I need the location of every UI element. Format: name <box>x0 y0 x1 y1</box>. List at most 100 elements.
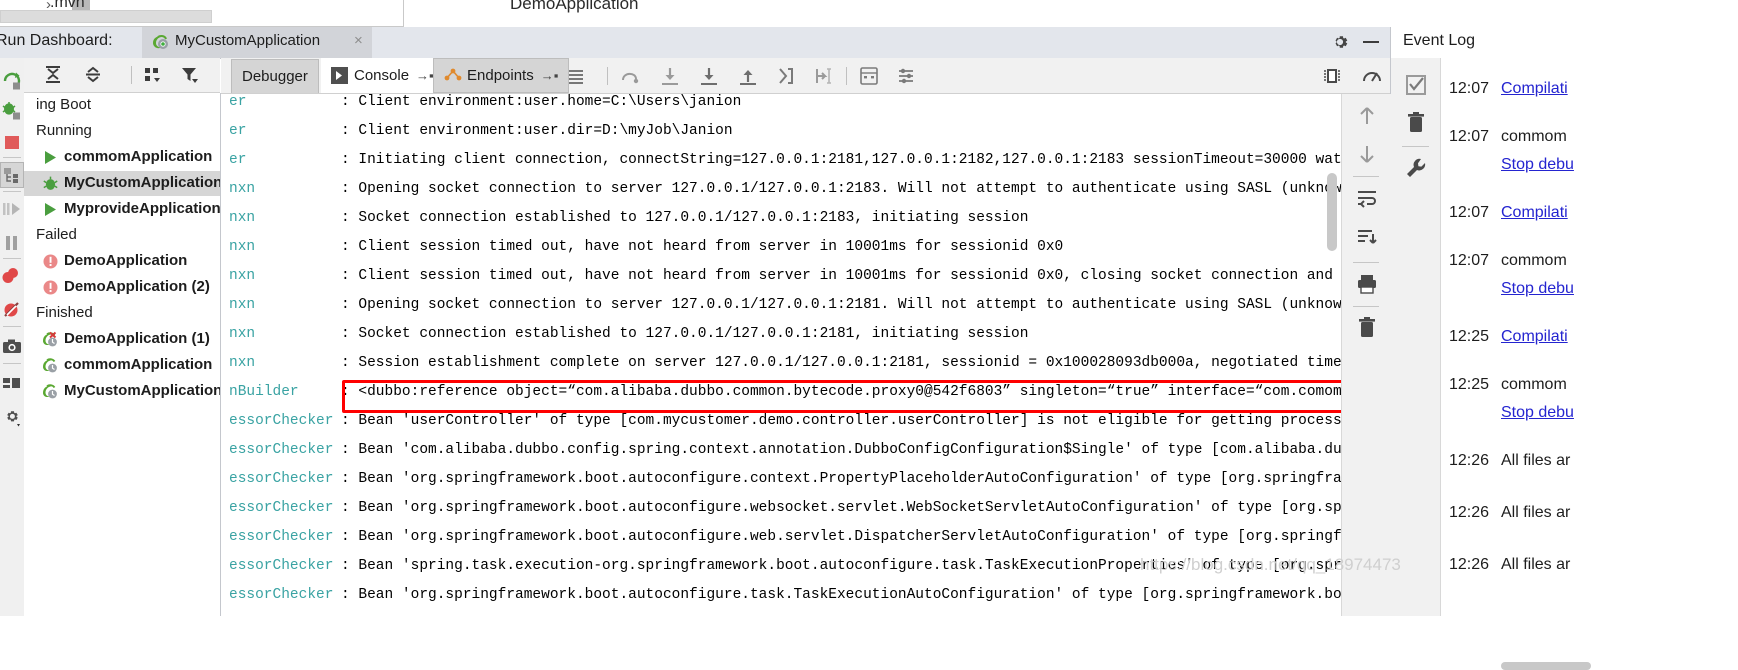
soft-wrap-button[interactable] <box>1355 186 1379 210</box>
resume-program-button[interactable] <box>1 198 23 220</box>
event-log-entry[interactable]: 12:26 All files ar <box>1441 556 1738 584</box>
console-panel: Debugger Console →▪ Endpoints →▪ er: Cl… <box>221 58 1668 616</box>
error-red-circle-icon <box>42 279 59 296</box>
mute-breakpoints-button[interactable] <box>1 299 23 321</box>
tree-node-mycustomapplication[interactable]: MyCustomApplication <box>24 171 220 196</box>
close-icon[interactable]: × <box>354 32 363 49</box>
tree-node-label: MyCustomApplication <box>64 382 221 399</box>
event-sub-link[interactable]: Stop debu <box>1501 404 1574 422</box>
scroll-down-button[interactable] <box>1355 142 1379 166</box>
event-log-entry[interactable]: 12:25 commom Stop debu <box>1441 376 1738 432</box>
filter-button[interactable] <box>179 65 201 85</box>
event-time: 12:25 <box>1449 376 1490 393</box>
gear-icon[interactable] <box>1330 32 1350 52</box>
camera-icon[interactable] <box>1 336 23 358</box>
run-green-triangle-icon <box>42 149 59 166</box>
mark-all-read-button[interactable] <box>1403 72 1429 98</box>
rerun-button[interactable] <box>1 70 23 92</box>
layout-settings-button[interactable] <box>896 66 918 86</box>
divider <box>1353 306 1379 307</box>
event-log-entry[interactable]: 12:07 Compilati <box>1441 80 1738 108</box>
run-dashboard-tab[interactable]: MyCustomApplication × <box>142 27 372 58</box>
clear-all-button[interactable] <box>1403 110 1429 136</box>
log-message: : Bean 'org.springframework.boot.autocon… <box>341 529 1390 545</box>
force-step-into-button[interactable] <box>698 66 720 86</box>
wrench-icon[interactable] <box>1403 156 1429 182</box>
tab-debugger[interactable]: Debugger <box>231 59 319 93</box>
event-sub-link[interactable]: Stop debu <box>1501 280 1574 298</box>
tree-node-finished[interactable]: Finished <box>24 301 220 326</box>
tree-node-failed[interactable]: Failed <box>24 223 220 248</box>
event-time: 12:07 <box>1449 128 1490 145</box>
log-logger-name: nxn <box>229 326 256 342</box>
view-breakpoints-button[interactable] <box>1 265 23 287</box>
layout-icon[interactable] <box>1 373 23 395</box>
drop-frame-button[interactable] <box>775 66 797 86</box>
clear-all-button[interactable] <box>1355 316 1379 340</box>
pause-program-button[interactable] <box>1 232 23 254</box>
spring-boot-debug-icon <box>151 34 169 50</box>
scroll-to-end-button[interactable] <box>1355 226 1379 250</box>
event-log-entry[interactable]: 12:07 Compilati <box>1441 204 1738 232</box>
tree-node-demoapplication[interactable]: DemoApplication <box>24 249 220 274</box>
log-message: : Bean 'com.alibaba.dubbo.config.spring.… <box>341 442 1390 458</box>
tree-node-demoapplication-1[interactable]: DemoApplication (1) <box>24 327 220 352</box>
tree-node-demoapplication-2[interactable]: DemoApplication (2) <box>24 275 220 300</box>
event-log-entry[interactable]: 12:26 All files ar <box>1441 452 1738 480</box>
console-vertical-scrollbar[interactable] <box>1327 173 1337 251</box>
tab-endpoints[interactable]: Endpoints →▪ <box>433 58 570 93</box>
tree-node-label: Running <box>36 122 92 139</box>
event-link[interactable]: Compilati <box>1501 80 1568 98</box>
threads-button[interactable] <box>565 66 587 86</box>
pin-tab-icon[interactable]: →▪ <box>416 68 434 83</box>
divider <box>3 363 21 364</box>
tree-node-mycustomapplication-finished[interactable]: MyCustomApplication <box>24 379 220 404</box>
console-output[interactable]: er : Client environment:user.home=C:\Use… <box>221 94 1390 616</box>
event-sub-link[interactable]: Stop debu <box>1501 156 1574 174</box>
stop-button[interactable] <box>1 131 23 153</box>
rerun-debug-button[interactable] <box>1 100 23 122</box>
tree-node-commomapplication-finished[interactable]: commomApplication <box>24 353 220 378</box>
scroll-up-button[interactable] <box>1355 104 1379 128</box>
memory-view-button[interactable] <box>1321 66 1343 86</box>
tree-node-running[interactable]: Running <box>24 119 220 144</box>
tree-node-myprovideapplication[interactable]: MyprovideApplication <box>24 197 220 222</box>
event-log-header: Event Log <box>1391 27 1738 59</box>
event-log-entry[interactable]: 12:25 Compilati <box>1441 328 1738 356</box>
settings-gear-icon[interactable] <box>1 406 23 428</box>
event-text: commom <box>1501 128 1567 145</box>
event-log-toolbar <box>1391 58 1441 616</box>
pin-tab-icon[interactable]: →▪ <box>541 68 559 83</box>
endpoints-icon <box>444 67 462 84</box>
run-dashboard-tree[interactable]: ing Boot Running commomApplication MyCus… <box>24 93 221 616</box>
tree-node-label: DemoApplication (2) <box>64 278 210 295</box>
log-message: : Initiating client connection, connectS… <box>341 152 1390 168</box>
tree-node-label: commomApplication <box>64 356 213 373</box>
run-dashboard-label: Run Dashboard: <box>0 32 113 49</box>
step-into-button[interactable] <box>659 66 681 86</box>
run-to-cursor-button[interactable] <box>813 66 835 86</box>
step-out-button[interactable] <box>737 66 759 86</box>
event-link[interactable]: Compilati <box>1501 328 1568 346</box>
event-log-horizontal-scrollbar[interactable] <box>1501 662 1591 670</box>
collapse-all-button[interactable] <box>82 65 104 85</box>
tree-node-spring-boot[interactable]: ing Boot <box>24 93 220 118</box>
profiler-button[interactable] <box>1361 66 1383 86</box>
step-over-button[interactable] <box>619 66 641 86</box>
expand-all-button[interactable] <box>42 65 64 85</box>
event-log-entry[interactable]: 12:07 commom Stop debu <box>1441 128 1738 184</box>
print-button[interactable] <box>1355 272 1379 296</box>
log-logger-name: nxn <box>229 210 256 226</box>
tree-node-commomapplication[interactable]: commomApplication <box>24 145 220 170</box>
tab-console[interactable]: Console →▪ <box>321 58 444 93</box>
event-link[interactable]: Compilati <box>1501 204 1568 222</box>
minimize-icon[interactable] <box>1363 41 1379 43</box>
finished-leaf-error-icon <box>42 331 59 348</box>
evaluate-expression-button[interactable] <box>858 66 880 86</box>
event-log-entry[interactable]: 12:07 commom Stop debu <box>1441 252 1738 308</box>
event-log-list[interactable]: 12:07 Compilati 12:07 commom Stop debu 1… <box>1441 58 1738 616</box>
log-logger-name: nxn <box>229 239 256 255</box>
event-log-entry[interactable]: 12:26 All files ar <box>1441 504 1738 532</box>
group-by-button[interactable] <box>142 65 164 85</box>
debug-bug-green-icon <box>42 175 59 192</box>
